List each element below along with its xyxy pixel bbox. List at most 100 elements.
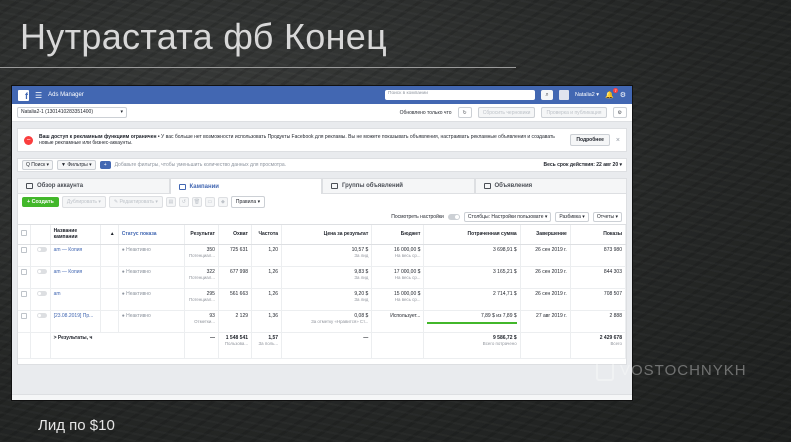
cpr-cell: 0,08 $ За отметку «Нравится» Ст...: [281, 310, 373, 333]
total-spacer: [30, 332, 51, 359]
tab-campaigns[interactable]: Кампании: [169, 178, 322, 194]
row-checkbox[interactable]: [18, 288, 31, 311]
col-results[interactable]: Результат: [184, 225, 219, 245]
cpr-type: За лид: [354, 296, 369, 302]
level-tabs: Обзор аккаунта Кампании Группы объявлени…: [17, 178, 627, 194]
impressions-cell: 708 507: [570, 288, 626, 311]
totals-row: > Результаты, ч —1 548 541 Пользова... 1,57…: [18, 332, 626, 359]
chevron-down-icon: ▾: [120, 109, 123, 115]
warning-cell: [100, 244, 119, 267]
gear-icon[interactable]: ⚙: [620, 91, 626, 99]
tab-account-overview[interactable]: Обзор аккаунта: [17, 178, 170, 194]
total-spacer: [18, 332, 31, 359]
col-frequency[interactable]: Частота: [251, 225, 283, 245]
campaign-link[interactable]: am: [54, 291, 61, 297]
totals-label[interactable]: > Результаты, ч: [50, 332, 185, 359]
col-budget[interactable]: Бюджет: [371, 225, 425, 245]
row-checkbox[interactable]: [18, 310, 31, 333]
delivery-status: ● Неактивно: [118, 266, 185, 289]
campaign-name[interactable]: [23.08.2019] Пр...: [50, 310, 101, 333]
campaign-name[interactable]: am — Копия: [50, 266, 101, 289]
campaign-name[interactable]: am: [50, 288, 101, 311]
refresh-button[interactable]: ↻: [457, 107, 472, 118]
breakdown-button[interactable]: Разбивка ▾: [555, 212, 589, 222]
columns-button[interactable]: Столбцы: Настройки пользовате ▾: [463, 212, 552, 222]
total-cpr: —: [281, 332, 373, 359]
results-cell: 295 Потенциал...: [184, 288, 219, 311]
row-toggle[interactable]: [30, 244, 51, 267]
account-select[interactable]: Natalia2-1 (1301410283351400) ▾: [17, 107, 127, 118]
delivery-status: ● Неактивно: [118, 310, 185, 333]
filters-button[interactable]: ▼ Фильтры ▾: [57, 160, 96, 170]
budget-value: Использует...: [390, 312, 421, 319]
cpr-cell: 9,20 $ За лид: [281, 288, 373, 311]
search-icon[interactable]: ⌕: [541, 90, 554, 100]
delete-icon[interactable]: 🗑: [191, 197, 202, 207]
campaign-link[interactable]: [23.08.2019] Пр...: [54, 313, 94, 319]
total-frequency-sub: За поль...: [258, 340, 279, 346]
campaign-name[interactable]: am — Копия: [50, 244, 101, 267]
create-button[interactable]: + Создать: [22, 197, 59, 207]
row-checkbox[interactable]: [18, 244, 31, 267]
col-cost-per-result[interactable]: Цена за результат: [281, 225, 373, 245]
col-end-date[interactable]: Завершение: [520, 225, 571, 245]
total-impressions-sub: Всего: [610, 340, 622, 346]
spend-progress-bar: [427, 321, 517, 324]
frequency-cell: 1,26: [251, 288, 283, 311]
row-toggle[interactable]: [30, 288, 51, 311]
search-filter-button[interactable]: Q Поиск ▾: [22, 160, 54, 170]
table-row[interactable]: am ● Неактивно 295 Потенциал... 561 663 1,26 9…: [18, 288, 626, 311]
tab-label: Группы объявлений: [342, 183, 403, 189]
learn-more-button[interactable]: Подробнее: [570, 134, 610, 146]
row-checkbox[interactable]: [18, 266, 31, 289]
tag-icon[interactable]: ◆: [217, 197, 228, 207]
tab-ads[interactable]: Объявления: [474, 178, 627, 194]
reports-button[interactable]: Отчеты ▾: [592, 212, 622, 222]
ads-manager-screenshot: f ☰ Ads Manager Поиск в компании ⌕ Natal…: [11, 85, 633, 401]
preview-toggle[interactable]: [447, 214, 460, 220]
discard-drafts-button[interactable]: Сбросить черновики: [477, 107, 536, 118]
review-publish-button[interactable]: Проверка и публикация: [541, 107, 607, 118]
spent-value: 3 165,21 $: [493, 268, 517, 275]
notifications-icon[interactable]: 🔔 7: [605, 88, 618, 99]
cpr-cell: 10,57 $ За лид: [281, 244, 373, 267]
rules-button[interactable]: Правила ▾: [230, 196, 266, 208]
col-reach[interactable]: Охват: [218, 225, 253, 245]
avatar[interactable]: [559, 90, 570, 100]
search-input[interactable]: Поиск в компании: [385, 90, 536, 100]
results-cell: 350 Потенциал...: [184, 244, 219, 267]
campaign-link[interactable]: am — Копия: [54, 247, 83, 253]
chart-icon[interactable]: ▭: [204, 197, 215, 207]
table-row[interactable]: [23.08.2019] Пр... ● Неактивно 93 Отметки..…: [18, 310, 626, 333]
settings-gear-icon[interactable]: ⚙: [612, 107, 627, 118]
table-row[interactable]: am — Копия ● Неактивно 350 Потенциал... 725 …: [18, 244, 626, 267]
filter-hint[interactable]: Добавьте фильтры, чтобы уменьшить количе…: [115, 162, 540, 168]
tab-ad-sets[interactable]: Группы объявлений: [322, 178, 475, 194]
col-delivery-status[interactable]: Статус показа: [118, 225, 185, 245]
user-menu[interactable]: Natalia2 ▾: [575, 92, 599, 98]
col-impressions[interactable]: Показы: [570, 225, 626, 245]
edit-button[interactable]: ✎ Редактировать ▾: [108, 196, 163, 208]
menu-icon[interactable]: ☰: [35, 91, 42, 100]
table-row[interactable]: am — Копия ● Неактивно 322 Потенциал... 677 …: [18, 266, 626, 289]
row-toggle[interactable]: [30, 310, 51, 333]
total-impressions: 2 429 678 Всего: [570, 332, 626, 359]
budget-type: На весь ср...: [394, 252, 421, 258]
facebook-logo-icon[interactable]: f: [18, 89, 29, 101]
impressions-cell: 844 303: [570, 266, 626, 289]
row-toggle[interactable]: [30, 266, 51, 289]
campaign-link[interactable]: am — Копия: [54, 269, 83, 275]
watermark-logo: VOSTOCHNYKH: [596, 356, 766, 384]
cpr-value: 10,57 $: [351, 246, 369, 253]
col-campaign-name[interactable]: Название кампании: [50, 225, 101, 245]
add-filter-button[interactable]: +: [99, 161, 111, 169]
budget-value: 15 000,00 $: [394, 290, 421, 297]
select-all-checkbox[interactable]: [18, 225, 31, 245]
undo-icon[interactable]: ↺: [178, 197, 189, 207]
close-icon[interactable]: ×: [616, 137, 620, 144]
ab-test-icon[interactable]: ▤: [165, 197, 176, 207]
col-amount-spent[interactable]: Потраченная сумма: [423, 225, 521, 245]
duplicate-button[interactable]: Дублировать ▾: [61, 196, 106, 208]
date-range-selector[interactable]: Весь срок действия: 22 авг 20 ▾: [544, 162, 622, 168]
table-header-row: Название кампании ▲ Статус показа Резуль…: [18, 225, 626, 245]
